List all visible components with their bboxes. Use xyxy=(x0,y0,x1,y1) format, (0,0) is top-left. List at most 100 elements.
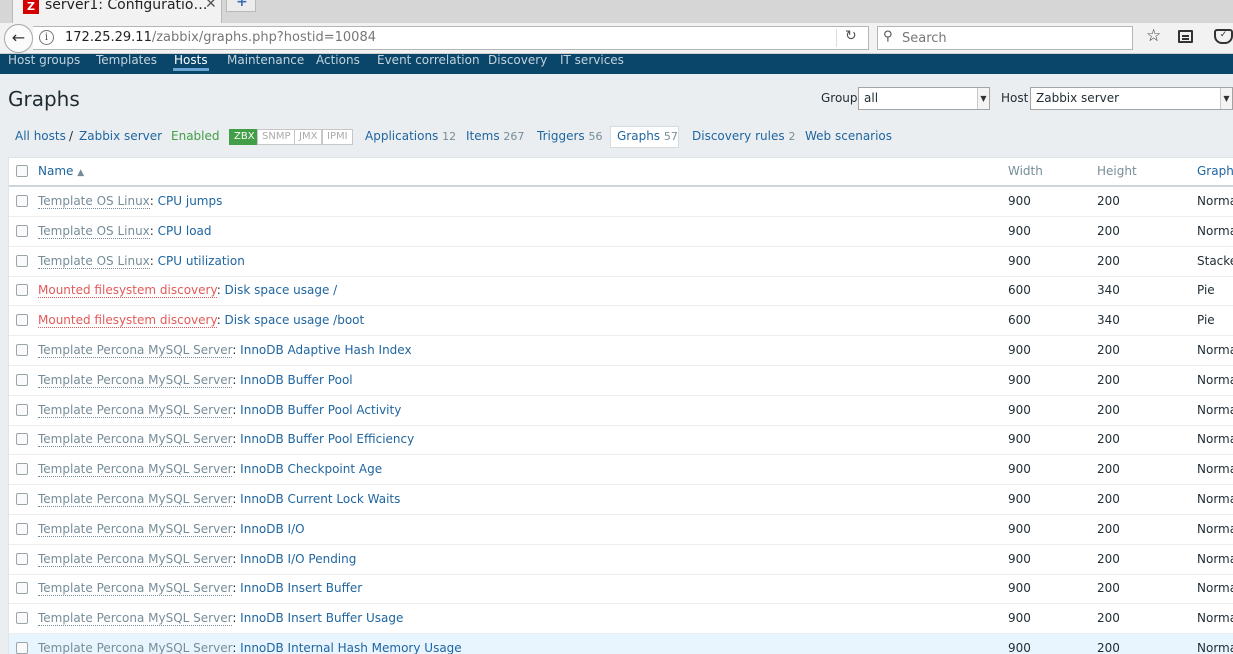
select-all-checkbox[interactable] xyxy=(16,165,28,177)
info-icon[interactable]: i xyxy=(39,30,54,45)
triggers-link[interactable]: Triggers 56 xyxy=(537,129,602,143)
template-link[interactable]: Template Percona MySQL Server xyxy=(38,372,233,388)
row-checkbox[interactable] xyxy=(16,284,28,297)
badge-ipmi: IPMI xyxy=(322,129,353,145)
graphs-link[interactable]: Graphs 57 xyxy=(617,129,678,143)
pocket-icon[interactable]: ✓ xyxy=(1214,29,1233,44)
graph-name-link[interactable]: InnoDB Buffer Pool Efficiency xyxy=(240,432,414,446)
group-select[interactable]: all ▼ xyxy=(858,87,990,110)
row-checkbox[interactable] xyxy=(16,224,28,237)
table-row: Template Percona MySQL Server: InnoDB Ad… xyxy=(9,336,1233,366)
graph-name-link[interactable]: InnoDB Insert Buffer Usage xyxy=(240,611,403,625)
applications-link[interactable]: Applications 12 xyxy=(365,129,456,143)
top-menu-item-templates[interactable]: Templates xyxy=(96,54,157,67)
row-checkbox[interactable] xyxy=(16,403,28,416)
template-link[interactable]: Template Percona MySQL Server xyxy=(38,521,233,537)
height-cell: 200 xyxy=(1097,521,1120,536)
all-hosts-link[interactable]: All hosts xyxy=(15,129,66,143)
template-link[interactable]: Template Percona MySQL Server xyxy=(38,641,233,654)
row-checkbox[interactable] xyxy=(16,552,28,565)
template-link[interactable]: Template Percona MySQL Server xyxy=(38,551,233,567)
browser-search-input[interactable]: ⚲ Search xyxy=(877,26,1133,50)
row-checkbox[interactable] xyxy=(16,195,28,207)
width-cell: 900 xyxy=(1008,581,1031,596)
graph-name-link[interactable]: InnoDB Adaptive Hash Index xyxy=(240,343,411,357)
web-scenarios-link[interactable]: Web scenarios xyxy=(805,129,892,143)
graph-name-link[interactable]: Disk space usage / xyxy=(225,283,338,297)
template-link[interactable]: Template OS Linux xyxy=(38,223,150,239)
template-link[interactable]: Template Percona MySQL Server xyxy=(38,492,233,507)
template-link[interactable]: Template Percona MySQL Server xyxy=(38,581,233,597)
row-checkbox[interactable] xyxy=(16,463,28,476)
graph-name-link[interactable]: InnoDB I/O Pending xyxy=(240,552,356,566)
top-menu-item-hosts[interactable]: Hosts xyxy=(173,54,209,71)
address-bar[interactable]: i 172.25.29.11/zabbix/graphs.php?hostid=… xyxy=(33,26,869,50)
width-cell: 900 xyxy=(1008,194,1031,208)
status-enabled[interactable]: Enabled xyxy=(171,129,220,143)
row-checkbox[interactable] xyxy=(16,344,28,356)
graph-name-link[interactable]: InnoDB I/O xyxy=(240,522,304,536)
browser-nav-bar: ← i 172.25.29.11/zabbix/graphs.php?hosti… xyxy=(0,23,1233,54)
host-select[interactable]: Zabbix server ▼ xyxy=(1030,87,1233,110)
graph-name-link[interactable]: InnoDB Checkpoint Age xyxy=(240,462,382,476)
graph-name-link[interactable]: InnoDB Buffer Pool xyxy=(240,373,352,387)
row-checkbox[interactable] xyxy=(16,254,28,267)
new-tab-button[interactable]: + xyxy=(226,0,256,12)
graph-name-link[interactable]: InnoDB Internal Hash Memory Usage xyxy=(240,641,462,654)
badge-zbx: ZBX xyxy=(229,129,260,145)
top-menu-item-maintenance[interactable]: Maintenance xyxy=(227,54,304,67)
row-checkbox[interactable] xyxy=(16,433,28,446)
template-link[interactable]: Template Percona MySQL Server xyxy=(38,432,233,448)
close-tab-icon[interactable]: ✕ xyxy=(205,0,217,12)
top-menu-item-discovery[interactable]: Discovery xyxy=(488,54,547,67)
template-link[interactable]: Template OS Linux xyxy=(38,194,150,209)
host-link[interactable]: Zabbix server xyxy=(79,129,162,143)
items-link[interactable]: Items 267 xyxy=(466,129,524,143)
row-checkbox[interactable] xyxy=(16,314,28,327)
column-header-name[interactable]: Name ▲ xyxy=(38,158,84,185)
graph-name-link[interactable]: InnoDB Buffer Pool Activity xyxy=(240,403,401,417)
template-link[interactable]: Template Percona MySQL Server xyxy=(38,402,233,418)
back-button[interactable]: ← xyxy=(4,24,33,53)
top-menu-item-host-groups[interactable]: Host groups xyxy=(8,54,80,67)
template-link[interactable]: Template Percona MySQL Server xyxy=(38,611,233,627)
bookmark-star-icon[interactable]: ☆ xyxy=(1146,26,1161,46)
discovery-rules-link[interactable]: Discovery rules 2 xyxy=(692,129,795,143)
plus-icon: + xyxy=(236,0,248,10)
template-link[interactable]: Template Percona MySQL Server xyxy=(38,462,233,478)
row-checkbox[interactable] xyxy=(16,493,28,505)
breadcrumb-separator: / xyxy=(69,129,74,143)
row-checkbox[interactable] xyxy=(16,373,28,386)
graph-type-cell: Norma xyxy=(1197,641,1233,654)
width-cell: 900 xyxy=(1008,611,1031,626)
browser-tab[interactable]: Z server1: Configuratio… ✕ xyxy=(12,0,222,23)
graph-name-link[interactable]: CPU jumps xyxy=(158,194,223,208)
top-menu-item-it-services[interactable]: IT services xyxy=(560,54,624,67)
arrow-left-icon: ← xyxy=(11,28,26,47)
table-row: Template OS Linux: CPU jumps 900 200 Norma xyxy=(9,187,1233,217)
graph-name-cell: Template Percona MySQL Server: InnoDB Bu… xyxy=(38,402,402,418)
graph-type-cell: Norma xyxy=(1197,194,1233,208)
top-menu-item-event-correlation[interactable]: Event correlation xyxy=(377,54,480,67)
graph-type-cell: Pie xyxy=(1197,313,1215,328)
template-link[interactable]: Mounted filesystem discovery xyxy=(38,283,217,299)
template-link[interactable]: Template Percona MySQL Server xyxy=(38,343,233,358)
graph-name-link[interactable]: Disk space usage /boot xyxy=(225,313,365,327)
graph-name-link[interactable]: CPU utilization xyxy=(158,254,245,268)
graph-name-link[interactable]: InnoDB Current Lock Waits xyxy=(240,492,400,506)
row-checkbox[interactable] xyxy=(16,522,28,535)
template-link[interactable]: Mounted filesystem discovery xyxy=(38,313,217,329)
graph-type-cell: Norma xyxy=(1197,521,1233,536)
top-menu-item-actions[interactable]: Actions xyxy=(316,54,360,67)
template-link[interactable]: Template OS Linux xyxy=(38,253,150,269)
width-cell: 900 xyxy=(1008,641,1031,654)
table-row: Mounted filesystem discovery: Disk space… xyxy=(9,276,1233,307)
graph-name-link[interactable]: CPU load xyxy=(158,224,212,238)
reading-list-icon[interactable] xyxy=(1178,30,1193,43)
graph-name-link[interactable]: InnoDB Insert Buffer xyxy=(240,581,362,595)
row-checkbox[interactable] xyxy=(16,582,28,595)
reload-icon[interactable]: ↻ xyxy=(845,28,857,44)
row-checkbox[interactable] xyxy=(16,612,28,625)
column-header-graph-type[interactable]: Graph xyxy=(1197,158,1233,185)
row-checkbox[interactable] xyxy=(16,642,28,654)
